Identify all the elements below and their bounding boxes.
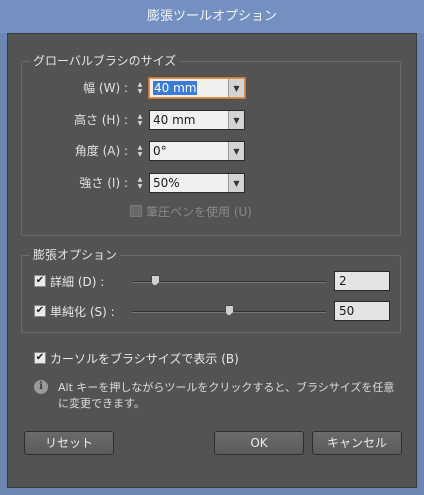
height-value[interactable]: 40 mm <box>150 111 228 129</box>
detail-option[interactable]: ✔ 詳細 (D) : <box>34 271 104 291</box>
spin-down-icon: ▼ <box>137 183 143 190</box>
intensity-label: 強さ (I) : <box>79 176 128 190</box>
simplify-checkbox[interactable]: ✔ <box>34 305 46 317</box>
spin-up-icon: ▲ <box>137 144 143 151</box>
bloat-options-group-title: 膨張オプション <box>30 247 121 263</box>
window-title: 膨張ツールオプション <box>0 0 424 33</box>
angle-label: 角度 (A) : <box>74 144 128 158</box>
ok-button[interactable]: OK <box>214 431 304 455</box>
simplify-option[interactable]: ✔ 単純化 (S) : <box>34 301 115 321</box>
spin-up-icon: ▲ <box>137 176 143 183</box>
cancel-button[interactable]: キャンセル <box>312 431 402 455</box>
info-text: Alt キーを押しながらツールをクリックすると、ブラシサイズを任意に変更できます… <box>58 381 395 410</box>
chevron-down-icon[interactable]: ▼ <box>228 142 244 160</box>
angle-value[interactable]: 0° <box>150 142 228 160</box>
spin-up-icon: ▲ <box>137 81 143 88</box>
angle-combo[interactable]: 0° ▼ <box>149 141 245 161</box>
intensity-spinner[interactable]: ▲ ▼ <box>133 173 147 193</box>
detail-value-input[interactable]: 2 <box>334 271 390 291</box>
width-combo[interactable]: 40 mm ▼ <box>149 78 245 98</box>
height-label: 高さ (H) : <box>73 113 128 127</box>
height-combo[interactable]: 40 mm ▼ <box>149 110 245 130</box>
spin-down-icon: ▼ <box>137 151 143 158</box>
width-spinner[interactable]: ▲ ▼ <box>133 78 147 98</box>
width-value[interactable]: 40 mm <box>153 81 198 95</box>
show-brush-size-checkbox[interactable]: ✔ <box>34 352 46 364</box>
global-brush-group-title: グローバルブラシのサイズ <box>30 53 180 69</box>
show-brush-size-option[interactable]: ✔ カーソルをブラシサイズで表示 (B) <box>34 348 239 368</box>
spin-down-icon: ▼ <box>137 120 143 127</box>
show-brush-size-label: カーソルをブラシサイズで表示 (B) <box>50 351 239 366</box>
chevron-down-icon[interactable]: ▼ <box>228 79 244 97</box>
dialog-panel: グローバルブラシのサイズ 幅 (W) : ▲ ▼ 40 mm ▼ 高さ (H) … <box>7 33 417 488</box>
detail-checkbox[interactable]: ✔ <box>34 275 46 287</box>
simplify-label: 単純化 (S) : <box>50 304 115 319</box>
intensity-combo[interactable]: 50% ▼ <box>149 173 245 193</box>
angle-spinner[interactable]: ▲ ▼ <box>133 141 147 161</box>
pressure-pen-label: 筆圧ペンを使用 (U) <box>146 204 252 219</box>
detail-slider-track[interactable] <box>132 281 326 283</box>
pressure-pen-option: 筆圧ペンを使用 (U) <box>130 201 252 221</box>
width-label: 幅 (W) : <box>83 81 128 95</box>
intensity-value[interactable]: 50% <box>150 174 228 192</box>
spin-up-icon: ▲ <box>137 113 143 120</box>
pressure-pen-checkbox <box>130 205 142 217</box>
simplify-value-input[interactable]: 50 <box>334 301 390 321</box>
spin-down-icon: ▼ <box>137 88 143 95</box>
bloat-options-group: 膨張オプション <box>21 247 401 333</box>
chevron-down-icon[interactable]: ▼ <box>228 174 244 192</box>
reset-button[interactable]: リセット <box>24 431 114 455</box>
chevron-down-icon[interactable]: ▼ <box>228 111 244 129</box>
info-icon: i <box>34 380 48 394</box>
detail-label: 詳細 (D) : <box>50 274 105 289</box>
height-spinner[interactable]: ▲ ▼ <box>133 110 147 130</box>
